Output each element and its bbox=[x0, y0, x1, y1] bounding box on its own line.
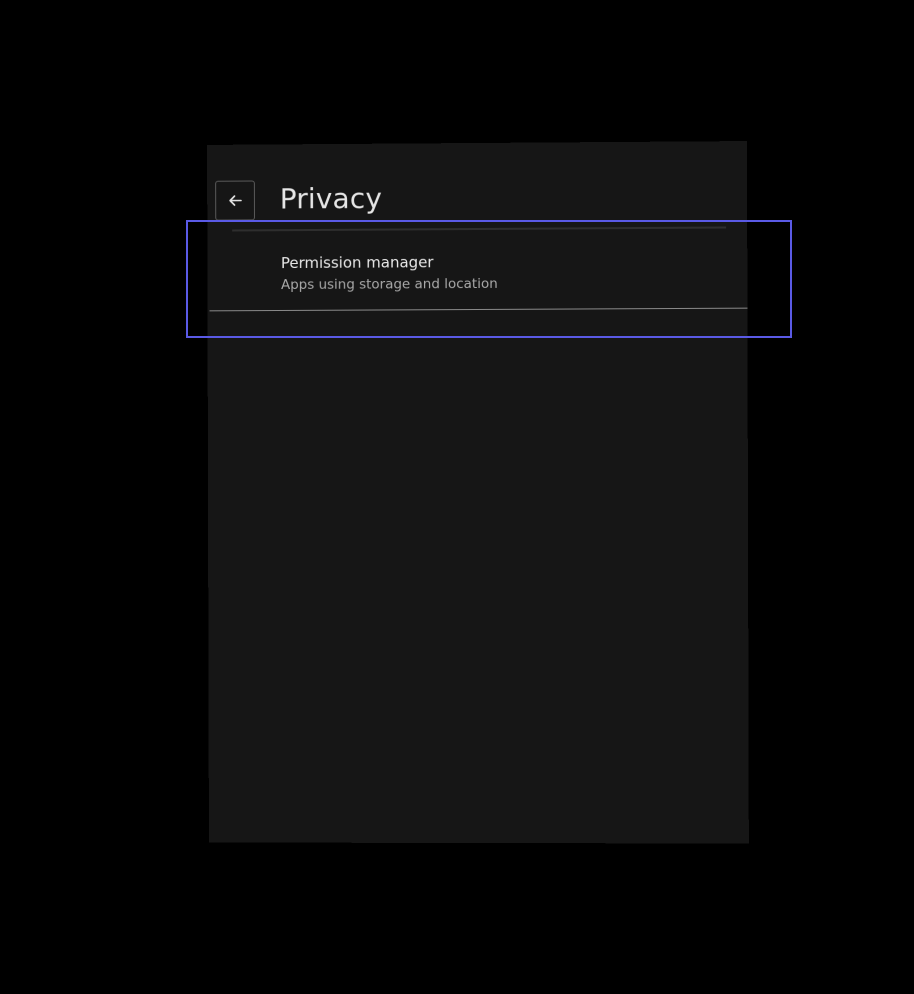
arrow-left-icon bbox=[230, 195, 243, 207]
page-title: Privacy bbox=[279, 181, 383, 216]
list-item-subtitle: Apps using storage and location bbox=[280, 275, 498, 294]
back-button[interactable] bbox=[215, 180, 255, 221]
list-item-title: Permission manager bbox=[280, 253, 434, 273]
settings-panel: Privacy Permission manager Apps using st… bbox=[207, 141, 749, 844]
list-item-permission-manager[interactable]: Permission manager Apps using storage an… bbox=[211, 229, 747, 310]
